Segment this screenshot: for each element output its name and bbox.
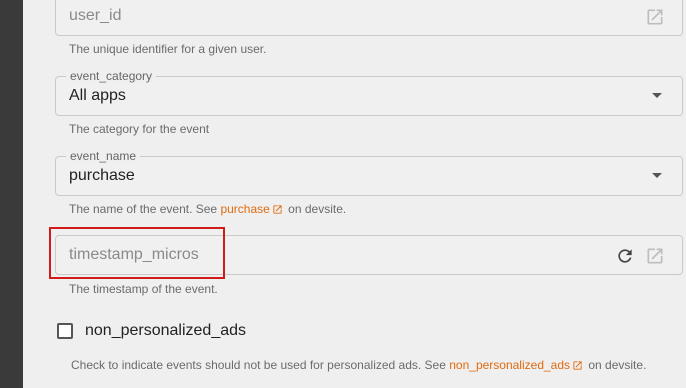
event-form-panel: user_id The unique identifier for a give… <box>23 0 686 388</box>
event-name-value: purchase <box>69 167 135 184</box>
open-external-icon[interactable] <box>644 245 666 267</box>
event-name-help-suffix: on devsite. <box>288 202 347 216</box>
non-personalized-ads-link-text[interactable]: non_personalized_ads <box>449 358 570 372</box>
non-personalized-ads-help: Check to indicate events should not be u… <box>71 358 646 372</box>
purchase-devsite-link[interactable]: purchase <box>220 202 284 216</box>
timestamp-micros-help: The timestamp of the event. <box>69 282 218 296</box>
non-personalized-ads-row[interactable]: non_personalized_ads <box>57 322 246 340</box>
left-sidebar-edge <box>0 0 23 388</box>
refresh-icon[interactable] <box>614 245 636 267</box>
external-link-icon <box>273 205 282 214</box>
event-name-help-prefix: The name of the event. See <box>69 202 218 216</box>
non-personalized-ads-checkbox[interactable] <box>57 323 73 339</box>
highlight-box <box>49 227 225 279</box>
non-personalized-ads-label[interactable]: non_personalized_ads <box>85 322 246 340</box>
dropdown-arrow-icon <box>652 93 662 98</box>
event-category-select[interactable]: event_category All apps <box>55 69 683 116</box>
external-link-icon <box>573 361 582 370</box>
non-personalized-ads-help-suffix: on devsite. <box>588 358 647 372</box>
open-external-icon[interactable] <box>644 6 666 28</box>
event-name-help: The name of the event. See purchase on d… <box>69 202 346 216</box>
event-name-select[interactable]: event_name purchase <box>55 149 683 196</box>
purchase-link-text[interactable]: purchase <box>220 202 269 216</box>
user-id-field[interactable]: user_id <box>55 0 683 36</box>
event-category-help: The category for the event <box>69 122 210 136</box>
user-id-placeholder: user_id <box>69 7 122 24</box>
non-personalized-ads-help-prefix: Check to indicate events should not be u… <box>71 358 446 372</box>
non-personalized-ads-devsite-link[interactable]: non_personalized_ads <box>449 358 585 372</box>
user-id-help: The unique identifier for a given user. <box>69 42 267 56</box>
dropdown-arrow-icon <box>652 173 662 178</box>
event-category-value: All apps <box>69 87 126 104</box>
